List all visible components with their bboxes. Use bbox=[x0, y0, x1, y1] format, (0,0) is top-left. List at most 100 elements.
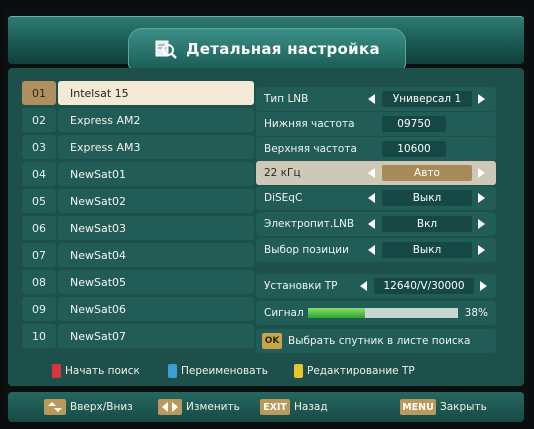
magnifier-document-icon bbox=[154, 38, 178, 60]
low-frequency-field[interactable]: 09750 bbox=[382, 116, 446, 132]
position-value: Выкл bbox=[382, 242, 472, 258]
satellite-row-03[interactable]: 03 Express AM3 bbox=[22, 135, 254, 159]
arrow-left-icon[interactable] bbox=[368, 94, 375, 104]
arrow-right-icon[interactable] bbox=[478, 219, 485, 229]
setting-label: DiSEqC bbox=[264, 192, 303, 204]
satellite-row-07[interactable]: 07 NewSat04 bbox=[22, 243, 254, 267]
signal-fill bbox=[308, 308, 365, 318]
satellite-number: 08 bbox=[22, 270, 56, 294]
red-key-icon bbox=[52, 364, 61, 378]
satellite-name: NewSat04 bbox=[58, 243, 254, 267]
page-title: Детальная настройка bbox=[186, 40, 380, 58]
satellite-number: 03 bbox=[22, 135, 56, 159]
satellite-number: 09 bbox=[22, 297, 56, 321]
satellite-name: Express AM2 bbox=[58, 108, 254, 132]
high-frequency-field[interactable]: 10600 bbox=[382, 141, 446, 157]
arrow-left-icon[interactable] bbox=[368, 245, 375, 255]
setting-label: Тип LNB bbox=[264, 93, 309, 105]
arrow-left-icon[interactable] bbox=[360, 281, 367, 291]
yellow-key-hint[interactable]: Редактирование TP bbox=[294, 364, 415, 378]
lnb-type-setting[interactable]: Тип LNB Универсал 1 bbox=[256, 87, 496, 111]
satellite-name: NewSat05 bbox=[58, 270, 254, 294]
blue-key-hint[interactable]: Переименовать bbox=[168, 364, 268, 378]
red-key-label: Начать поиск bbox=[65, 365, 140, 377]
arrow-right-icon[interactable] bbox=[478, 245, 485, 255]
left-right-arrows-icon bbox=[158, 399, 182, 415]
tp-value: 12640/V/30000 bbox=[374, 278, 474, 294]
arrow-left-icon[interactable] bbox=[368, 219, 375, 229]
up-down-label: Вверх/Вниз bbox=[70, 401, 133, 413]
satellite-name: NewSat06 bbox=[58, 297, 254, 321]
menu-label: Закрыть bbox=[440, 401, 487, 413]
satellite-name: Intelsat 15 bbox=[58, 81, 254, 105]
satellite-row-05[interactable]: 05 NewSat02 bbox=[22, 189, 254, 213]
blue-key-label: Переименовать bbox=[181, 365, 268, 377]
satellite-number: 10 bbox=[22, 324, 56, 348]
satellite-row-08[interactable]: 08 NewSat05 bbox=[22, 270, 254, 294]
satellite-number: 02 bbox=[22, 108, 56, 132]
position-setting[interactable]: Выбор позиции Выкл bbox=[256, 238, 496, 262]
ok-hint-text: Выбрать спутник в листе поиска bbox=[288, 335, 471, 347]
up-down-hint[interactable]: Вверх/Вниз bbox=[44, 399, 133, 415]
blue-key-icon bbox=[168, 364, 177, 378]
signal-label: Сигнал bbox=[264, 307, 304, 319]
arrow-right-icon[interactable] bbox=[478, 94, 485, 104]
tone-22khz-setting[interactable]: 22 кГц Авто bbox=[256, 161, 496, 185]
arrow-left-icon[interactable] bbox=[368, 193, 375, 203]
satellite-name: NewSat03 bbox=[58, 216, 254, 240]
arrow-left-icon[interactable] bbox=[368, 168, 375, 178]
tone-22khz-value: Авто bbox=[382, 165, 472, 181]
satellite-name: NewSat02 bbox=[58, 189, 254, 213]
diseqc-value: Выкл bbox=[382, 190, 472, 206]
change-label: Изменить bbox=[186, 401, 240, 413]
up-down-arrows-icon bbox=[44, 399, 66, 415]
satellite-number: 04 bbox=[22, 162, 56, 186]
satellite-row-01[interactable]: 01 Intelsat 15 bbox=[22, 81, 254, 105]
exit-hint[interactable]: EXIT Назад bbox=[260, 399, 328, 415]
lnb-power-setting[interactable]: Электропит.LNB Вкл bbox=[256, 212, 496, 236]
diseqc-setting[interactable]: DiSEqC Выкл bbox=[256, 186, 496, 210]
lnb-power-value: Вкл bbox=[382, 216, 472, 232]
arrow-right-icon[interactable] bbox=[478, 168, 485, 178]
signal-bar bbox=[308, 308, 458, 318]
exit-label: Назад bbox=[294, 401, 328, 413]
satellite-row-02[interactable]: 02 Express AM2 bbox=[22, 108, 254, 132]
exit-key-badge: EXIT bbox=[260, 399, 290, 415]
signal-meter: Сигнал 38% bbox=[256, 301, 496, 325]
setting-label: 22 кГц bbox=[264, 167, 301, 179]
yellow-key-label: Редактирование TP bbox=[307, 365, 415, 377]
color-key-hints: Начать поиск Переименовать Редактировани… bbox=[18, 360, 508, 382]
arrow-right-icon[interactable] bbox=[478, 193, 485, 203]
satellite-name: NewSat07 bbox=[58, 324, 254, 348]
change-hint[interactable]: Изменить bbox=[158, 399, 240, 415]
satellite-number: 06 bbox=[22, 216, 56, 240]
low-frequency-setting[interactable]: Нижняя частота 09750 bbox=[256, 112, 496, 136]
title-tab: Детальная настройка bbox=[128, 28, 406, 70]
yellow-key-icon bbox=[294, 364, 303, 378]
menu-key-badge: MENU bbox=[400, 399, 436, 415]
lnb-type-value: Универсал 1 bbox=[382, 91, 472, 107]
satellite-number: 07 bbox=[22, 243, 56, 267]
satellite-row-10[interactable]: 10 NewSat07 bbox=[22, 324, 254, 348]
setting-label: Выбор позиции bbox=[264, 244, 349, 256]
setting-label: Электропит.LNB bbox=[264, 218, 355, 230]
satellite-name: Express AM3 bbox=[58, 135, 254, 159]
footer-bar: Вверх/Вниз Изменить EXIT Назад MENU Закр… bbox=[8, 392, 524, 422]
menu-hint[interactable]: MENU Закрыть bbox=[400, 399, 487, 415]
satellite-number: 01 bbox=[22, 81, 56, 105]
tp-setting[interactable]: Установки TP 12640/V/30000 bbox=[256, 274, 496, 298]
satellite-row-06[interactable]: 06 NewSat03 bbox=[22, 216, 254, 240]
satellite-number: 05 bbox=[22, 189, 56, 213]
satellite-row-04[interactable]: 04 NewSat01 bbox=[22, 162, 254, 186]
setting-label: Нижняя частота bbox=[264, 118, 355, 130]
red-key-hint[interactable]: Начать поиск bbox=[52, 364, 140, 378]
signal-percent: 38% bbox=[464, 307, 488, 319]
setting-label: Установки TP bbox=[264, 280, 338, 292]
satellite-row-09[interactable]: 09 NewSat06 bbox=[22, 297, 254, 321]
setting-label: Верхняя частота bbox=[264, 143, 357, 155]
arrow-right-icon[interactable] bbox=[480, 281, 487, 291]
ok-key-badge: OK bbox=[262, 333, 282, 349]
ok-hint-row[interactable]: OK Выбрать спутник в листе поиска bbox=[256, 329, 496, 353]
satellite-name: NewSat01 bbox=[58, 162, 254, 186]
high-frequency-setting[interactable]: Верхняя частота 10600 bbox=[256, 137, 496, 161]
